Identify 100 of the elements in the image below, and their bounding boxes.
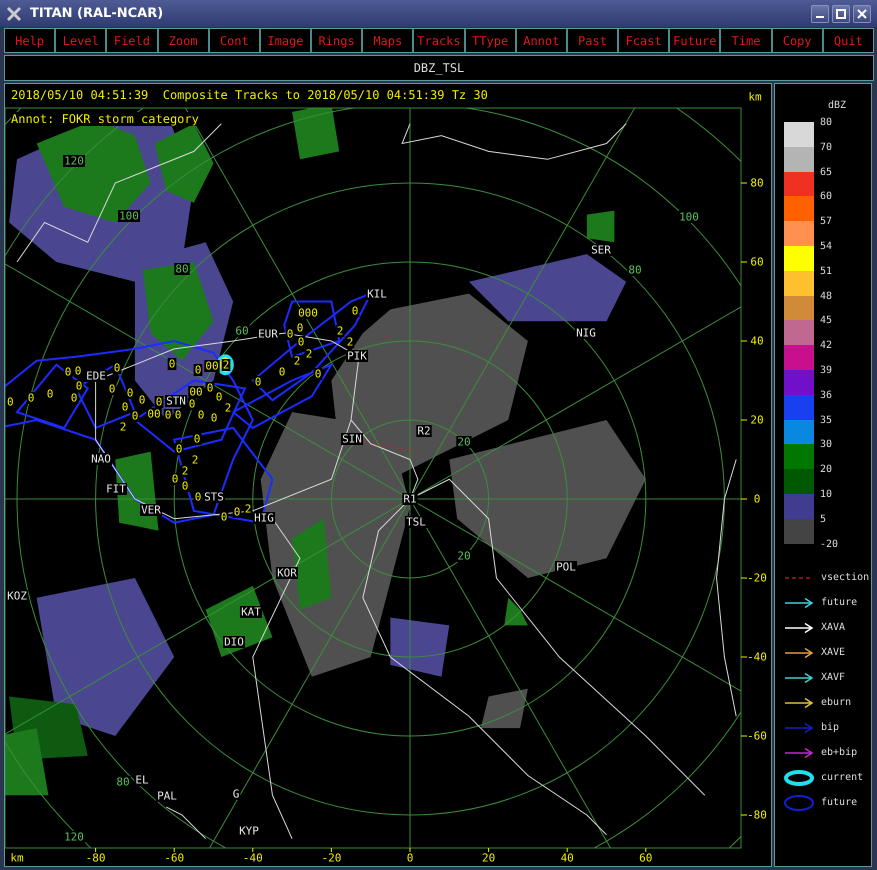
y-tick-label: -20: [747, 572, 767, 584]
storm-category-label: 0: [70, 392, 78, 404]
station-label: SIN: [342, 432, 362, 446]
legend-label: XAVA: [821, 622, 846, 634]
x-tick-label: -60: [164, 852, 184, 864]
storm-category-label: 0: [122, 400, 128, 414]
y-tick-label: -40: [747, 650, 767, 664]
minimize-button[interactable]: [811, 4, 829, 22]
legend-label: eburn: [821, 697, 852, 708]
station-label: G: [232, 788, 240, 800]
app-logo-icon: [6, 6, 22, 22]
storm-category-label: 0: [352, 304, 358, 318]
legend-label: future: [821, 597, 858, 608]
window-title: TITAN (RAL-NCAR): [30, 6, 164, 21]
station-label: STS: [204, 490, 224, 504]
legend-label: vsection: [821, 572, 870, 584]
station-label: EUR: [258, 328, 278, 340]
storm-category-label: 0: [216, 390, 222, 404]
maximize-icon: [836, 8, 846, 18]
storm-category-label: 00: [205, 360, 219, 372]
storm-category-label: 2: [192, 454, 198, 466]
station-label: KOZ: [7, 590, 27, 602]
x-tick-label: 0: [406, 852, 414, 864]
station-label: EL: [135, 774, 149, 786]
scale-label: 36: [820, 390, 834, 403]
y-tick-label: -60: [747, 730, 767, 742]
storm-category-label: 0: [174, 408, 182, 422]
storm-category-label: 0: [182, 480, 188, 492]
station-label: NAO: [91, 452, 111, 466]
range-ring-label: 120: [64, 154, 84, 168]
storm-category-label: 0: [254, 376, 262, 388]
scale-label: 54: [820, 240, 834, 254]
scale-label: 39: [820, 364, 834, 378]
storm-category-label: 0: [314, 368, 322, 380]
storm-category-label: 2: [222, 358, 230, 372]
storm-category-label: 000: [298, 306, 318, 320]
scale-label: 5: [820, 514, 828, 527]
scale-label: 80: [820, 117, 834, 130]
scale-label: -20: [820, 538, 838, 552]
storm-category-label: 0: [114, 362, 120, 374]
storm-category-label: 0: [168, 358, 176, 370]
station-label: PAL: [157, 790, 177, 802]
storm-category-label: 2: [120, 420, 126, 434]
annotation-label: Annot: FOKR storm category: [11, 112, 199, 126]
station-label: KIL: [367, 288, 387, 300]
range-ring-label: 80: [116, 776, 130, 788]
station-label: KYP: [239, 824, 259, 838]
range-ring-label: 100: [679, 210, 699, 224]
legend-label: eb+bip: [821, 747, 858, 758]
storm-category-label: 0: [7, 396, 14, 408]
range-ring-label: 80: [175, 262, 189, 276]
x-tick-label: -80: [86, 852, 106, 864]
axis-unit-label: km: [10, 852, 24, 864]
storm-category-label: 0: [164, 408, 172, 422]
maximize-button[interactable]: [832, 4, 850, 22]
storm-category-label: 2: [346, 336, 354, 348]
storm-category-label: 0: [194, 490, 202, 504]
y-tick-label: 80: [750, 176, 764, 190]
storm-category-label: 0: [156, 396, 162, 408]
range-ring-label: 60: [235, 324, 249, 338]
station-label: FIT: [106, 482, 126, 496]
storm-category-label: 2: [294, 354, 300, 368]
display-header: 2018/05/10 04:51:39 Composite Tracks to 2018/05/10 04:51:39 Tz 30: [11, 88, 488, 102]
storm-category-label: 0: [46, 388, 54, 400]
vsection-line: [362, 441, 418, 452]
storm-category-label: 0: [138, 394, 146, 406]
storm-category-label: 2: [182, 464, 188, 478]
station-label: HIG: [254, 512, 274, 524]
storm-category-label: 0: [172, 472, 178, 486]
station-label: R1: [403, 492, 417, 506]
station-label: NIG: [576, 326, 596, 340]
station-label: R2: [417, 424, 431, 438]
storm-category-label: 0: [64, 366, 72, 378]
close-button[interactable]: [853, 4, 871, 22]
legend-label: current: [821, 772, 864, 784]
scale-label: 42: [820, 340, 834, 354]
storm-category-label: 0: [188, 398, 196, 410]
storm-category-label: 00: [147, 408, 161, 420]
y-tick-label: 0: [754, 492, 760, 506]
station-label: TSL: [406, 516, 426, 528]
scale-label: 48: [820, 290, 834, 304]
storm-category-label: 0: [176, 442, 182, 456]
legend-title: dBZ: [826, 100, 848, 111]
range-ring-label: 80: [628, 264, 642, 276]
storm-category-label: 2: [336, 324, 344, 338]
scale-label: 57: [820, 216, 834, 230]
x-tick-label: -40: [242, 852, 263, 864]
station-label: PIK: [347, 350, 367, 362]
close-icon: [857, 8, 867, 18]
scale-label: 45: [820, 315, 834, 328]
storm-category-label: 0: [74, 364, 82, 378]
storm-category-label: 0: [198, 408, 204, 422]
scale-label: 35: [820, 414, 834, 428]
y-tick-label: -80: [747, 808, 767, 822]
axis-unit-label: km: [748, 90, 762, 104]
range-ring-label: 120: [64, 830, 84, 844]
scale-label: 70: [820, 142, 834, 155]
storm-category-label: 0: [210, 412, 218, 424]
scale-label: 60: [820, 191, 834, 204]
legend-label: bip: [821, 722, 840, 734]
